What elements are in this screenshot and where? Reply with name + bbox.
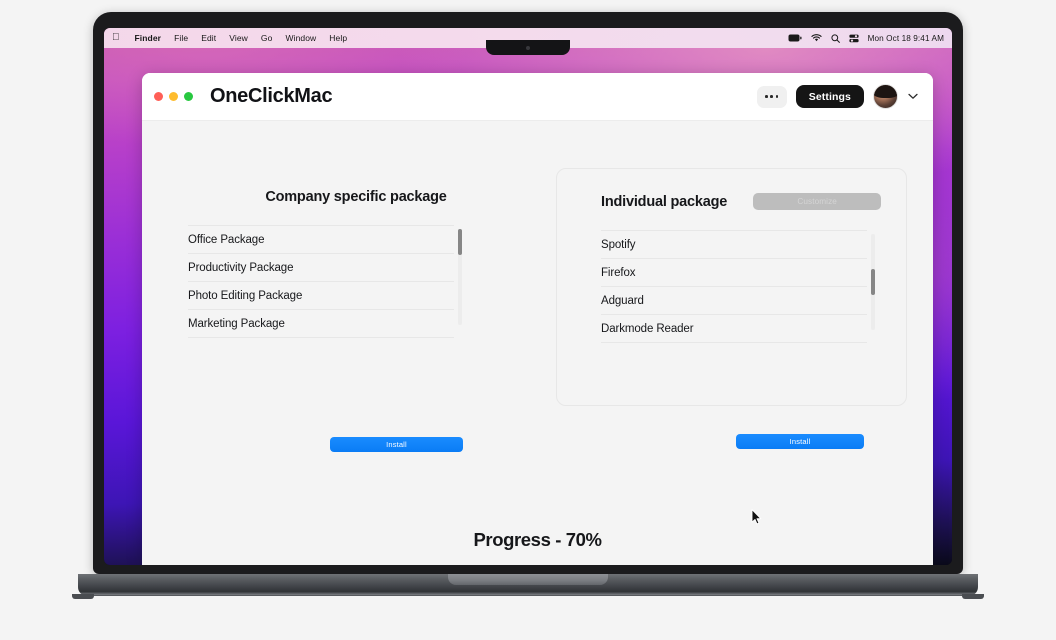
traffic-lights — [154, 92, 193, 101]
company-list-scrollbar[interactable] — [458, 229, 462, 325]
individual-list-wrap: Spotify Firefox Adguard Darkmode Reader — [601, 230, 891, 343]
close-button[interactable] — [154, 92, 163, 101]
list-item[interactable]: Firefox — [601, 259, 867, 287]
menu-item-help[interactable]: Help — [329, 33, 347, 43]
customize-button[interactable]: Customize — [753, 193, 882, 210]
company-panel-header: Company specific package — [188, 168, 524, 205]
battery-icon[interactable] — [788, 34, 802, 42]
list-item[interactable]: Marketing Package — [188, 310, 454, 338]
individual-package-panel: Individual package Customize Spotify Fir… — [556, 168, 907, 406]
packages-panels: Company specific package Office Package … — [142, 121, 933, 452]
mouse-cursor-icon — [751, 509, 762, 525]
minimize-button[interactable] — [169, 92, 178, 101]
individual-panel-header: Individual package Customize — [557, 169, 906, 210]
apple-logo-icon[interactable]:  — [112, 33, 120, 43]
company-panel-title: Company specific package — [265, 189, 447, 205]
list-item[interactable]: Adguard — [601, 287, 867, 315]
company-list-wrap: Office Package Productivity Package Phot… — [188, 225, 478, 338]
screenshot-root:  Finder File Edit View Go Window Help — [0, 0, 1056, 640]
menu-item-edit[interactable]: Edit — [201, 33, 216, 43]
page-title: OneClickMac — [210, 85, 333, 107]
menu-item-go[interactable]: Go — [261, 33, 273, 43]
settings-button[interactable]: Settings — [795, 85, 864, 108]
menu-bar-left:  Finder File Edit View Go Window Help — [112, 33, 347, 44]
progress-section: Progress - 70% — [142, 529, 933, 551]
install-individual-button[interactable]: Install — [736, 434, 864, 449]
individual-panel-title: Individual package — [601, 193, 728, 210]
control-center-icon[interactable] — [848, 34, 859, 43]
progress-label: Progress - 70% — [473, 529, 602, 550]
menu-bar-status: Mon Oct 18 9:41 AM — [788, 34, 944, 43]
wifi-icon[interactable] — [810, 34, 822, 42]
laptop-screen:  Finder File Edit View Go Window Help — [104, 28, 952, 565]
list-item[interactable]: Office Package — [188, 226, 454, 254]
individual-list-scrollbar[interactable] — [871, 234, 875, 330]
menu-item-finder[interactable]: Finder — [135, 33, 162, 43]
window-titlebar: OneClickMac Settings — [142, 73, 933, 121]
more-options-button[interactable] — [756, 85, 787, 108]
chevron-down-icon[interactable] — [907, 91, 919, 103]
titlebar-actions: Settings — [756, 84, 919, 109]
laptop-base-notch — [448, 574, 608, 585]
menu-item-window[interactable]: Window — [285, 33, 316, 43]
camera-notch — [486, 40, 570, 55]
oneclickmac-window: OneClickMac Settings Company specific pa… — [142, 73, 933, 565]
scrollbar-thumb[interactable] — [871, 269, 875, 295]
company-package-panel: Company specific package Office Package … — [188, 168, 524, 338]
company-package-list[interactable]: Office Package Productivity Package Phot… — [188, 225, 454, 338]
app-main-content: Company specific package Office Package … — [142, 121, 933, 565]
install-company-button[interactable]: Install — [330, 437, 463, 452]
list-item[interactable]: Photo Editing Package — [188, 282, 454, 310]
scrollbar-thumb[interactable] — [458, 229, 462, 255]
menu-bar-clock[interactable]: Mon Oct 18 9:41 AM — [868, 34, 944, 43]
avatar[interactable] — [873, 84, 898, 109]
ellipsis-icon — [765, 95, 779, 98]
list-item[interactable]: Productivity Package — [188, 254, 454, 282]
laptop-frame:  Finder File Edit View Go Window Help — [93, 12, 963, 574]
search-icon[interactable] — [830, 33, 840, 43]
individual-package-list[interactable]: Spotify Firefox Adguard Darkmode Reader — [601, 230, 867, 343]
laptop-foot-right — [962, 594, 984, 599]
laptop-base — [78, 574, 978, 596]
avatar-hair — [874, 85, 897, 98]
laptop-foot-left — [72, 594, 94, 599]
menu-item-file[interactable]: File — [174, 33, 188, 43]
menu-item-view[interactable]: View — [229, 33, 248, 43]
list-item[interactable]: Darkmode Reader — [601, 315, 867, 343]
maximize-button[interactable] — [184, 92, 193, 101]
list-item[interactable]: Spotify — [601, 231, 867, 259]
camera-lens-icon — [526, 46, 530, 50]
